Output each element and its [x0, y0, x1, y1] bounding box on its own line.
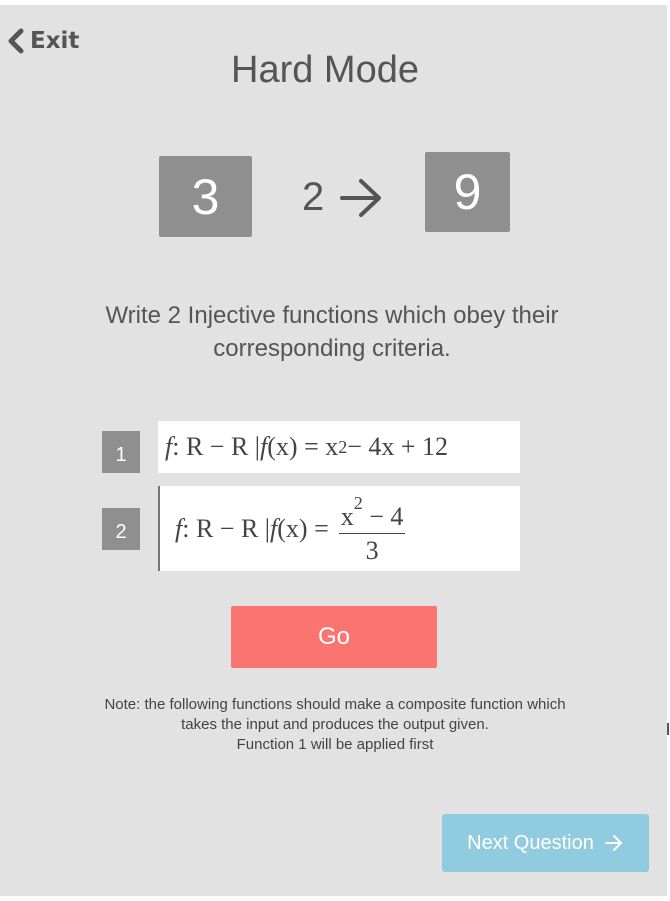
note-text: Note: the following functions should mak… [60, 695, 610, 755]
game-panel: Exit Hard Mode 3 2 9 Write 2 Injective f… [0, 5, 669, 896]
instruction-text: Write 2 Injective functions which obey t… [105, 302, 559, 362]
function-name: f [260, 432, 268, 461]
note-line: Function 1 will be applied first [236, 736, 434, 753]
function-lhs: (x) = [277, 513, 329, 543]
arrow-right-icon [340, 179, 381, 217]
fraction-numerator: x2 − 4 [338, 492, 406, 534]
function-name: f [165, 432, 173, 461]
function-name: f [175, 513, 183, 543]
input-value-tile: 3 [159, 156, 252, 237]
output-value-tile: 9 [425, 152, 510, 232]
note-line: takes the input and produces the output … [181, 716, 489, 733]
function-name: f [270, 513, 278, 543]
exponent: 2 [353, 492, 363, 513]
arrow-right-icon [604, 835, 622, 851]
function-2-input[interactable]: f: R − R | f (x) = x2 − 4 3 [158, 486, 520, 571]
function-mapping: : R − R | [182, 513, 271, 543]
note-line: Note: the following functions should mak… [104, 696, 566, 713]
function-1-input[interactable]: f: R − R | f (x) = x2 − 4x + 12 [158, 421, 520, 473]
next-question-label: Next Question [467, 831, 594, 854]
page-title: Hard Mode [231, 49, 419, 91]
exponent: 2 [338, 436, 348, 457]
numerator-base: x [340, 501, 354, 531]
function-count: 2 [302, 175, 325, 219]
fraction: x2 − 4 3 [338, 492, 406, 565]
go-button[interactable]: Go [231, 606, 437, 668]
scrollbar-edge [667, 723, 669, 735]
fraction-denominator: 3 [365, 535, 379, 565]
function-rhs: − 4x + 12 [347, 432, 449, 461]
function-mapping: : R − R | [172, 432, 261, 461]
function-lhs: (x) = x [267, 432, 339, 461]
numerator-rest: − 4 [362, 501, 404, 531]
function-number-badge: 2 [102, 508, 140, 550]
function-number-badge: 1 [102, 431, 140, 473]
next-question-button[interactable]: Next Question [442, 814, 649, 872]
